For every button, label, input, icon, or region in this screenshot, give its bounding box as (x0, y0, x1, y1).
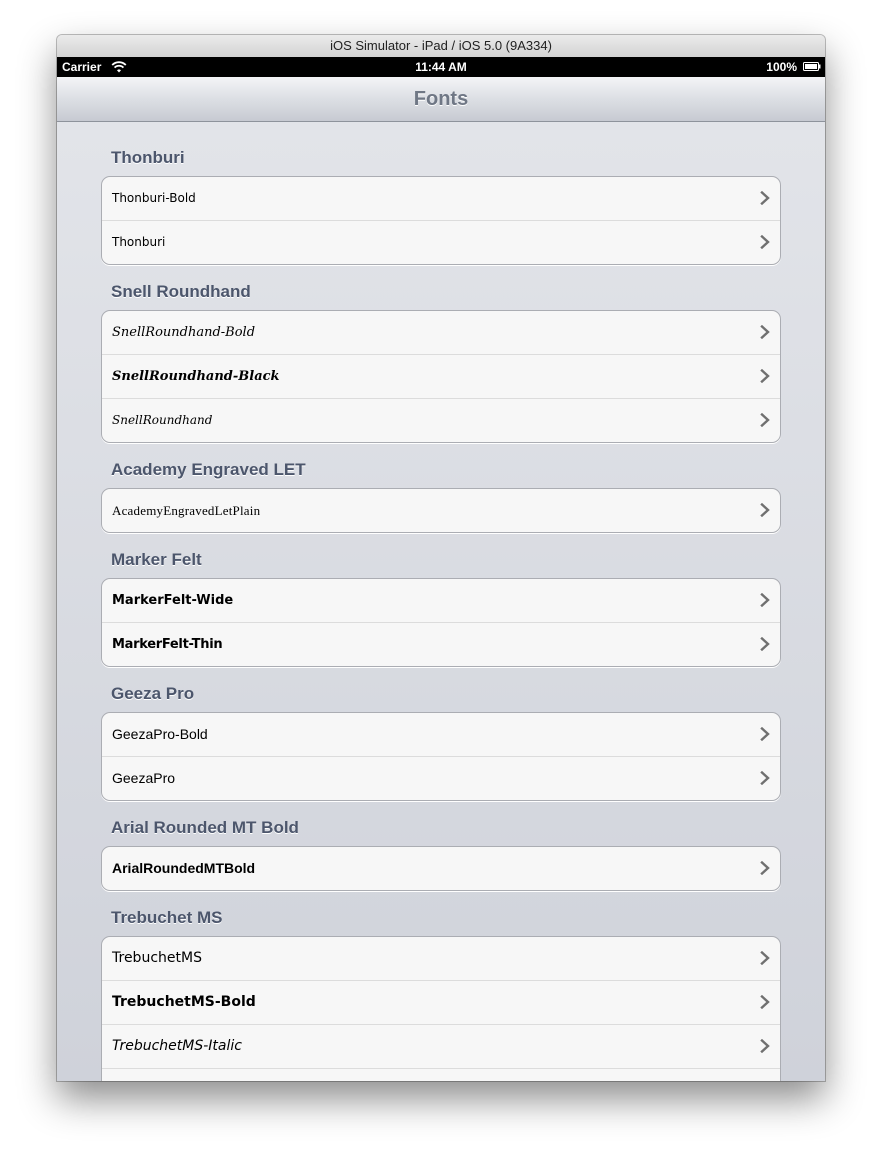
section-header: Thonburi (111, 148, 185, 167)
table-row[interactable]: TrebuchetMS-Italic (102, 1025, 780, 1069)
table-group: SnellRoundhand-Bold SnellRoundhand-Black… (101, 310, 781, 443)
table-row[interactable]: MarkerFelt-Wide (102, 579, 780, 623)
chevron-right-icon (760, 235, 770, 249)
row-label: TrebuchetMS-Bold (112, 994, 256, 1010)
table-group: AcademyEngravedLetPlain (101, 488, 781, 533)
nav-title: Fonts (413, 88, 469, 110)
table-row[interactable]: MarkerFelt-Thin (102, 623, 780, 666)
table-row[interactable]: Thonburi (102, 221, 780, 264)
table-group: GeezaPro-Bold GeezaPro (101, 712, 781, 801)
chevron-right-icon (760, 995, 770, 1009)
table-row[interactable]: TrebuchetMS (102, 937, 780, 981)
row-label: SnellRoundhand (112, 413, 213, 427)
chevron-right-icon (760, 1039, 770, 1053)
chevron-right-icon (760, 861, 770, 875)
row-label: TrebuchetMS-Italic (112, 1038, 242, 1054)
chevron-right-icon (760, 413, 770, 427)
row-label: GeezaPro (112, 770, 176, 786)
row-label: AcademyEngravedLetPlain (112, 503, 261, 518)
table-group: MarkerFelt-Wide MarkerFelt-Thin (101, 578, 781, 667)
table-group: ArialRoundedMTBold (101, 846, 781, 891)
chevron-right-icon (760, 637, 770, 651)
battery-percent: 100% (766, 60, 797, 74)
table-row[interactable]: ArialRoundedMTBold (102, 847, 780, 890)
row-label: SnellRoundhand-Bold (112, 325, 256, 340)
row-label: Thonburi (112, 235, 166, 249)
table-row[interactable]: AcademyEngravedLetPlain (102, 489, 780, 532)
chevron-right-icon (760, 727, 770, 741)
section-header: Arial Rounded MT Bold (111, 818, 299, 837)
table-group: TrebuchetMS TrebuchetMS-Bold TrebuchetMS… (101, 936, 781, 1081)
table-row[interactable]: SnellRoundhand (102, 399, 780, 442)
row-label: MarkerFelt-Wide (112, 593, 234, 608)
status-bar: Carrier 11:44 AM 100% (57, 57, 825, 77)
simulator-window: iOS Simulator - iPad / iOS 5.0 (9A334) C… (57, 35, 825, 1081)
table-row[interactable]: SnellRoundhand-Black (102, 355, 780, 399)
chevron-right-icon (760, 325, 770, 339)
chevron-right-icon (760, 951, 770, 965)
row-label: Thonburi-Bold (112, 191, 196, 205)
table-row[interactable]: SnellRoundhand-Bold (102, 311, 780, 355)
row-label: GeezaPro-Bold (112, 726, 208, 742)
table-row[interactable]: GeezaPro (102, 757, 780, 800)
row-label: TrebuchetMS (112, 950, 202, 966)
chevron-right-icon (760, 503, 770, 517)
section-header: Marker Felt (111, 550, 202, 569)
chevron-right-icon (760, 771, 770, 785)
table-row[interactable]: Thonburi-Bold (102, 177, 780, 221)
status-time: 11:44 AM (415, 60, 467, 74)
section-header: Geeza Pro (111, 684, 195, 703)
chevron-right-icon (760, 191, 770, 205)
navigation-bar: Fonts (57, 77, 825, 122)
row-label: SnellRoundhand-Black (112, 369, 280, 384)
window-title: iOS Simulator - iPad / iOS 5.0 (9A334) (330, 38, 552, 53)
row-label: MarkerFelt-Thin (112, 637, 223, 652)
table-group: Thonburi-Bold Thonburi (101, 176, 781, 265)
fonts-table-view[interactable]: Thonburi Thonburi-Bold Thonburi Snell Ro… (57, 122, 825, 1081)
table-row[interactable]: TrebuchetMS-Bold (102, 981, 780, 1025)
section-header: Academy Engraved LET (111, 460, 306, 479)
window-title-bar: iOS Simulator - iPad / iOS 5.0 (9A334) (57, 35, 825, 58)
battery-icon (803, 62, 821, 71)
section-header: Trebuchet MS (111, 908, 223, 927)
chevron-right-icon (760, 369, 770, 383)
table-row[interactable]: GeezaPro-Bold (102, 713, 780, 757)
row-label: ArialRoundedMTBold (112, 860, 256, 876)
chevron-right-icon (760, 593, 770, 607)
section-header: Snell Roundhand (111, 282, 251, 301)
